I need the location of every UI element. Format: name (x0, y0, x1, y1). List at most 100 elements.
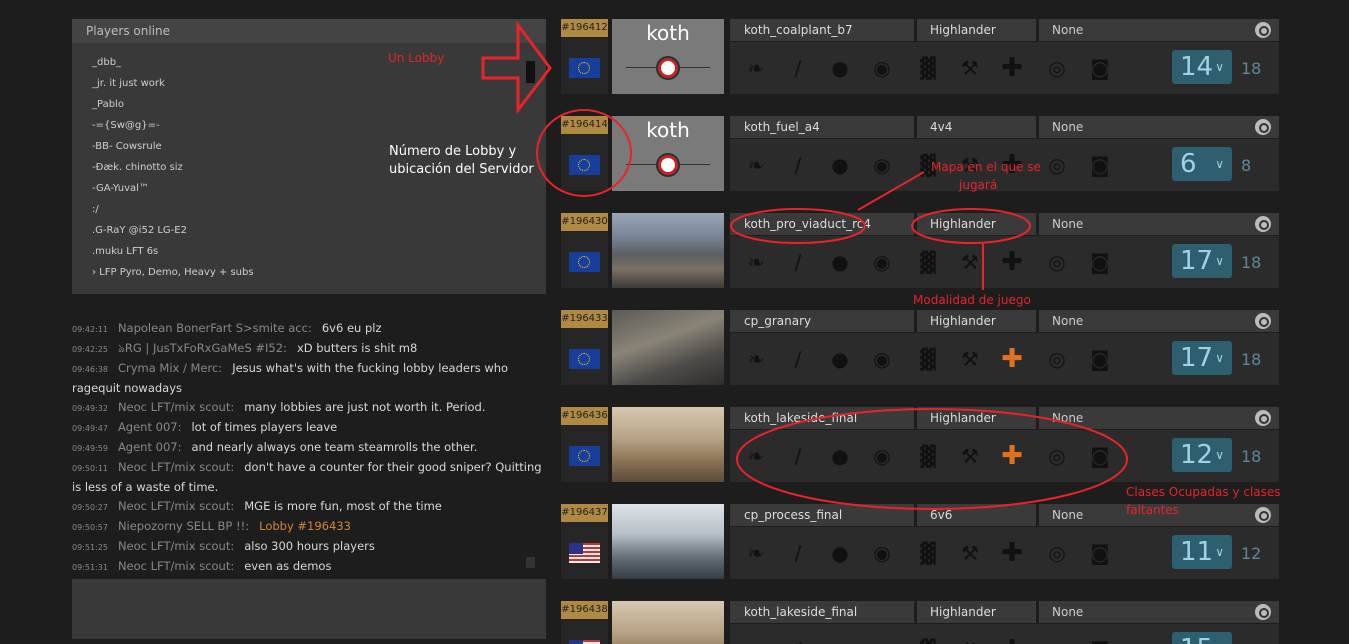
class-slot-icon[interactable]: ● (826, 345, 854, 373)
steam-icon[interactable] (1255, 604, 1271, 620)
chat-author[interactable]: Neoc LFT/mix scout: (118, 539, 234, 553)
player-name[interactable]: _jr. it just work (92, 77, 546, 98)
lobby-id-badge[interactable]: #196437 (561, 504, 608, 522)
class-slot-icon[interactable]: ⚒ (956, 539, 984, 567)
class-slot-icon[interactable]: ● (826, 54, 854, 82)
class-slot-icon[interactable]: ❧ (742, 539, 770, 567)
class-slot-icon[interactable]: ◉ (868, 345, 896, 373)
class-slot-icon[interactable]: ✚ (998, 539, 1026, 567)
class-slot-icon[interactable]: ◎ (1043, 539, 1071, 567)
class-slot-icon[interactable]: ❧ (742, 442, 770, 470)
lobby-id-badge[interactable]: #196412 (561, 19, 608, 37)
class-slot-icon[interactable]: ▓ (914, 636, 942, 644)
lobby-id-badge[interactable]: #196414 (561, 116, 608, 134)
lobby-row[interactable]: #196412 koth koth_coalplant_b7 Highlander No… (561, 19, 1279, 94)
class-slot-icon[interactable]: ◉ (868, 151, 896, 179)
class-slot-icon[interactable]: ∕ (784, 151, 812, 179)
lobby-id-badge[interactable]: #196430 (561, 213, 608, 231)
class-slot-icon[interactable]: ◎ (1043, 54, 1071, 82)
chat-author[interactable]: Agent 007: (118, 440, 182, 454)
class-slot-icon[interactable]: ◙ (1086, 54, 1114, 82)
class-slot-icon[interactable]: ▓ (914, 345, 942, 373)
player-name[interactable]: :/ (92, 203, 546, 224)
class-slot-icon[interactable]: ⚒ (956, 442, 984, 470)
chat-author[interactable]: Neoc LFT/mix scout: (118, 400, 234, 414)
class-slot-icon[interactable]: ✚ (998, 345, 1026, 373)
class-slot-icon[interactable]: ◎ (1043, 151, 1071, 179)
class-slot-icon[interactable]: ◙ (1086, 151, 1114, 179)
map-thumbnail[interactable]: koth (612, 19, 724, 94)
lobby-row[interactable]: #196430 koth_pro_viaduct_rc4 Highlander Non… (561, 213, 1279, 288)
lobby-row[interactable]: #196436 koth_lakeside_final Highlander None… (561, 407, 1279, 482)
class-slot-icon[interactable]: ◉ (868, 636, 896, 644)
players-count-dropdown[interactable]: 15∨ (1172, 632, 1232, 644)
class-slot-icon[interactable]: ❧ (742, 345, 770, 373)
lobby-id-badge[interactable]: #196436 (561, 407, 608, 425)
class-slot-icon[interactable]: ◎ (1043, 442, 1071, 470)
player-name[interactable]: -={Sw@g}=- (92, 119, 546, 140)
map-thumbnail[interactable] (612, 407, 724, 482)
class-slot-icon[interactable]: ◎ (1043, 248, 1071, 276)
players-count-dropdown[interactable]: 12 ∨ (1172, 438, 1232, 472)
map-thumbnail[interactable] (612, 310, 724, 385)
class-slot-icon[interactable]: ● (826, 539, 854, 567)
class-slot-icon[interactable]: ● (826, 442, 854, 470)
class-slot-icon[interactable]: ● (826, 248, 854, 276)
class-slot-icon[interactable]: ◉ (868, 248, 896, 276)
players-count-dropdown[interactable]: 14 ∨ (1172, 50, 1232, 84)
player-name[interactable]: .G-RaY @i52 LG-E2 (92, 224, 546, 245)
class-slot-icon[interactable]: ▓ (914, 539, 942, 567)
lobby-id-badge[interactable]: #196438 (561, 601, 608, 619)
players-count-dropdown[interactable]: 17 ∨ (1172, 341, 1232, 375)
player-name[interactable]: -GA-Yuval™ (92, 182, 546, 203)
class-slot-icon[interactable]: ◎ (1043, 345, 1071, 373)
class-slot-icon[interactable]: ● (826, 636, 854, 644)
class-slot-icon[interactable]: ◙ (1086, 248, 1114, 276)
chat-author[interactable]: ঌRG | JusTxFoRxGaMeS #I52: (118, 341, 287, 355)
class-slot-icon[interactable]: ⚒ (956, 345, 984, 373)
steam-icon[interactable] (1255, 216, 1271, 232)
players-count-dropdown[interactable]: 17 ∨ (1172, 244, 1232, 278)
chat-author[interactable]: Agent 007: (118, 420, 182, 434)
class-slot-icon[interactable]: ∕ (784, 248, 812, 276)
lobby-row[interactable]: #196433 cp_granary Highlander None ❧ ∕ ● ◉ ▓ ⚒ ✚ ◎ ◙… (561, 310, 1279, 385)
class-slot-icon[interactable]: ◉ (868, 54, 896, 82)
steam-icon[interactable] (1255, 119, 1271, 135)
player-name[interactable]: › LFP Pyro, Demo, Heavy + subs (92, 266, 546, 287)
map-thumbnail[interactable]: koth (612, 116, 724, 191)
steam-icon[interactable] (1255, 507, 1271, 523)
steam-icon[interactable] (1255, 410, 1271, 426)
class-slot-icon[interactable]: ❧ (742, 54, 770, 82)
class-slot-icon[interactable]: ● (826, 151, 854, 179)
class-slot-icon[interactable]: ❧ (742, 151, 770, 179)
class-slot-icon[interactable]: ▓ (914, 442, 942, 470)
class-slot-icon[interactable]: ▓ (914, 248, 942, 276)
class-slot-icon[interactable]: ◎ (1043, 636, 1071, 644)
players-count-dropdown[interactable]: 11 ∨ (1172, 535, 1232, 569)
chat-author[interactable]: Neoc LFT/mix scout: (118, 499, 234, 513)
class-slot-icon[interactable]: ❧ (742, 636, 770, 644)
class-slot-icon[interactable]: ❧ (742, 248, 770, 276)
class-slot-icon[interactable]: ◙ (1086, 636, 1114, 644)
class-slot-icon[interactable]: ✚ (998, 636, 1026, 644)
chat-author[interactable]: Niepozorny SELL BP !!: (118, 519, 249, 533)
class-slot-icon[interactable]: ◉ (868, 539, 896, 567)
class-slot-icon[interactable]: ◙ (1086, 345, 1114, 373)
player-name[interactable]: _dbb_ (92, 56, 546, 77)
class-slot-icon[interactable]: ∕ (784, 539, 812, 567)
class-slot-icon[interactable]: ⚒ (956, 248, 984, 276)
chat-author[interactable]: Cryma Mix / Merc: (118, 361, 222, 375)
map-thumbnail[interactable] (612, 601, 724, 644)
player-name[interactable]: _Pablo (92, 98, 546, 119)
class-slot-icon[interactable]: ▓ (914, 54, 942, 82)
map-thumbnail[interactable] (612, 504, 724, 579)
lobby-link[interactable]: Lobby #196433 (259, 519, 351, 533)
lobby-id-badge[interactable]: #196433 (561, 310, 608, 328)
players-count-dropdown[interactable]: 6 ∨ (1172, 147, 1232, 181)
chat-author[interactable]: Neoc LFT/mix scout: (118, 460, 234, 474)
map-thumbnail[interactable] (612, 213, 724, 288)
class-slot-icon[interactable]: ∕ (784, 54, 812, 82)
chat-scrollbar[interactable] (526, 557, 535, 568)
lobby-row[interactable]: #196414 koth koth_fuel_a4 4v4 None ❧ ∕ ● ◉ ▓ ⚒ ✚ ◎ ◙ 6… (561, 116, 1279, 191)
chat-input[interactable] (72, 579, 546, 639)
